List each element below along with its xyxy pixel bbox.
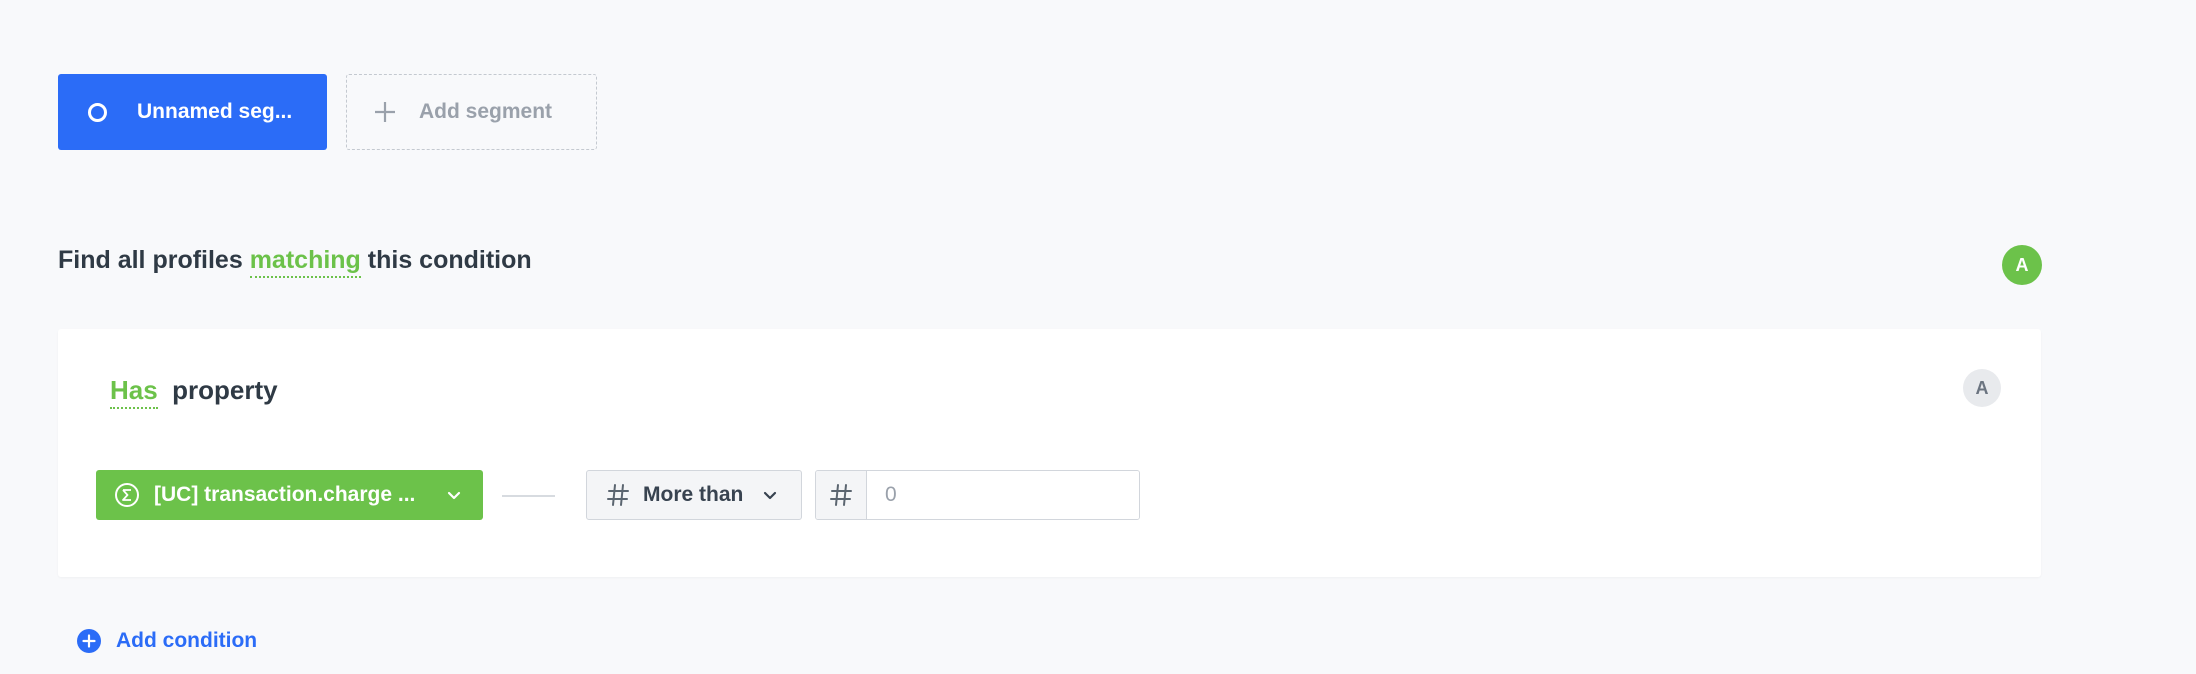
add-segment-button[interactable]: Add segment (346, 74, 597, 150)
value-input[interactable] (867, 471, 1139, 519)
sigma-icon (115, 483, 139, 507)
plus-circle-icon (77, 629, 101, 653)
plus-icon (375, 102, 395, 122)
add-condition-button[interactable]: Add condition (76, 628, 257, 654)
segment-letter-badge: A (2002, 245, 2042, 285)
condition-heading: Find all profiles matching this conditio… (58, 246, 532, 278)
comparison-operator-select[interactable]: More than (586, 470, 802, 520)
property-label: [UC] transaction.charge ... (154, 483, 416, 506)
hash-icon (607, 484, 629, 506)
add-segment-label: Add segment (419, 100, 553, 123)
number-prefix (816, 471, 867, 519)
comparison-operator-label: More than (643, 483, 744, 506)
heading-suffix: this condition (367, 246, 532, 274)
heading-prefix: Find all profiles (58, 246, 243, 274)
condition-type-label: property (172, 375, 278, 405)
segment-tab-unnamed[interactable]: Unnamed seg... (58, 74, 327, 150)
has-operator-toggle[interactable]: Has (110, 375, 158, 409)
condition-letter-badge: A (1963, 369, 2001, 407)
chevron-down-icon (447, 491, 461, 500)
connector-line (502, 495, 555, 497)
condition-card (58, 329, 2041, 577)
match-mode-toggle[interactable]: matching (249, 246, 361, 278)
chevron-down-icon (763, 491, 777, 500)
ring-icon (88, 102, 107, 122)
condition-title: Has property (110, 375, 278, 409)
segment-tab-label: Unnamed seg... (137, 100, 293, 123)
value-input-group (815, 470, 1140, 520)
add-condition-label: Add condition (116, 629, 258, 652)
property-select[interactable]: [UC] transaction.charge ... (96, 470, 483, 520)
hash-icon (830, 484, 852, 506)
